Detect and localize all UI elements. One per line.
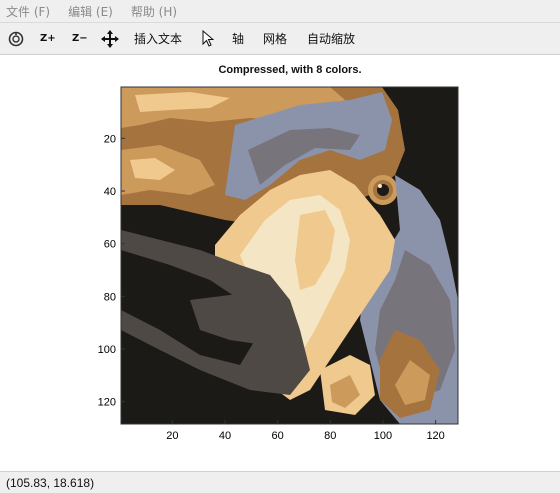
y-tick-label: 60 <box>104 239 116 251</box>
y-tick-label: 80 <box>104 291 116 303</box>
quantized-image <box>121 87 458 424</box>
cursor-coordinates: (105.83, 18.618) <box>6 475 95 490</box>
x-tick-label: 100 <box>374 430 392 442</box>
y-tick-label: 40 <box>104 186 116 198</box>
status-bar: (105.83, 18.618) <box>0 471 560 493</box>
x-tick-label: 80 <box>324 430 336 442</box>
x-tick-label: 60 <box>272 430 284 442</box>
x-tick-label: 120 <box>426 430 444 442</box>
y-tick-label: 100 <box>98 344 116 356</box>
x-tick-label: 20 <box>166 430 178 442</box>
y-tick-label: 20 <box>104 133 116 145</box>
y-tick-label: 120 <box>98 397 116 409</box>
image-axes[interactable]: 20 40 60 80 100 120 20 40 60 80 100 120 <box>0 0 560 493</box>
x-tick-label: 40 <box>219 430 231 442</box>
